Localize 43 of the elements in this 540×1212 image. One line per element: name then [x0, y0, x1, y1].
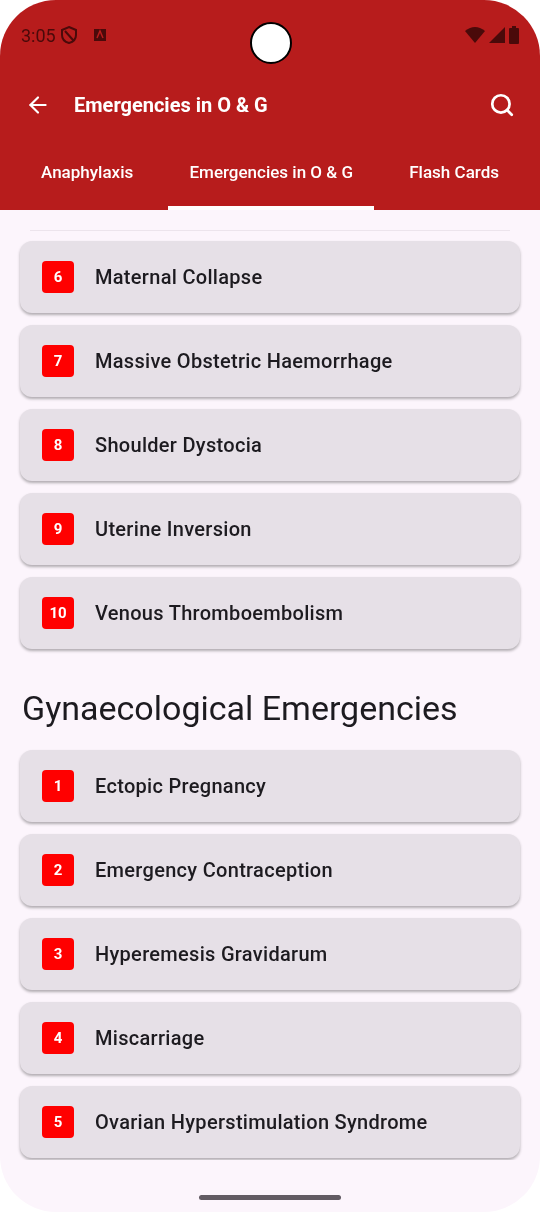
- tab[interactable]: Emergencies in O & G: [168, 140, 374, 210]
- topic-title: Hyperemesis Gravidarum: [95, 941, 328, 968]
- topic-title: Ovarian Hyperstimulation Syndrome: [95, 1109, 428, 1136]
- number-badge: 9: [42, 513, 74, 545]
- topic-card[interactable]: 8 Shoulder Dystocia: [20, 409, 520, 481]
- number-badge: 6: [42, 261, 74, 293]
- topic-card[interactable]: 4 Miscarriage: [20, 1002, 520, 1074]
- signal-icon: [489, 27, 505, 43]
- number-badge: 8: [42, 429, 74, 461]
- number-badge: 10: [42, 597, 74, 629]
- topic-card[interactable]: 3 Hyperemesis Gravidarum: [20, 918, 520, 990]
- number-badge: 5: [42, 1106, 74, 1138]
- topic-card[interactable]: 10 Venous Thromboembolism: [20, 577, 520, 649]
- topic-card[interactable]: 7 Massive Obstetric Haemorrhage: [20, 325, 520, 397]
- wifi-icon: [465, 27, 485, 43]
- search-button[interactable]: [488, 91, 516, 119]
- topic-title: Maternal Collapse: [95, 264, 263, 291]
- topic-title: Miscarriage: [95, 1025, 205, 1052]
- topic-card[interactable]: 5 Ovarian Hyperstimulation Syndrome: [20, 1086, 520, 1158]
- status-time: 3:05: [21, 23, 56, 48]
- topic-card[interactable]: 2 Emergency Contraception: [20, 834, 520, 906]
- topic-card[interactable]: 9 Uterine Inversion: [20, 493, 520, 565]
- shield-icon: [59, 25, 78, 45]
- number-badge: 1: [42, 770, 74, 802]
- number-badge: 3: [42, 938, 74, 970]
- number-badge: 4: [42, 1022, 74, 1054]
- keyboard-icon: [93, 29, 106, 41]
- camera-cutout: [250, 22, 292, 64]
- topic-title: Uterine Inversion: [95, 516, 252, 543]
- section-heading: Gynaecological Emergencies: [21, 687, 459, 730]
- topic-title: Emergency Contraception: [95, 857, 333, 884]
- tab[interactable]: Anaphylaxis: [20, 140, 155, 210]
- topic-title: Shoulder Dystocia: [95, 432, 263, 459]
- number-badge: 2: [42, 854, 74, 886]
- topic-title: Massive Obstetric Haemorrhage: [95, 348, 393, 375]
- number-badge: 7: [42, 345, 74, 377]
- app-bar-title: Emergencies in O & G: [74, 92, 268, 119]
- tab[interactable]: Flash Cards: [388, 140, 520, 210]
- topic-card[interactable]: 6 Maternal Collapse: [20, 241, 520, 313]
- topic-title: Venous Thromboembolism: [95, 600, 344, 627]
- topic-card[interactable]: 1 Ectopic Pregnancy: [20, 750, 520, 822]
- topic-title: Ectopic Pregnancy: [95, 773, 267, 800]
- battery-icon: [509, 26, 519, 44]
